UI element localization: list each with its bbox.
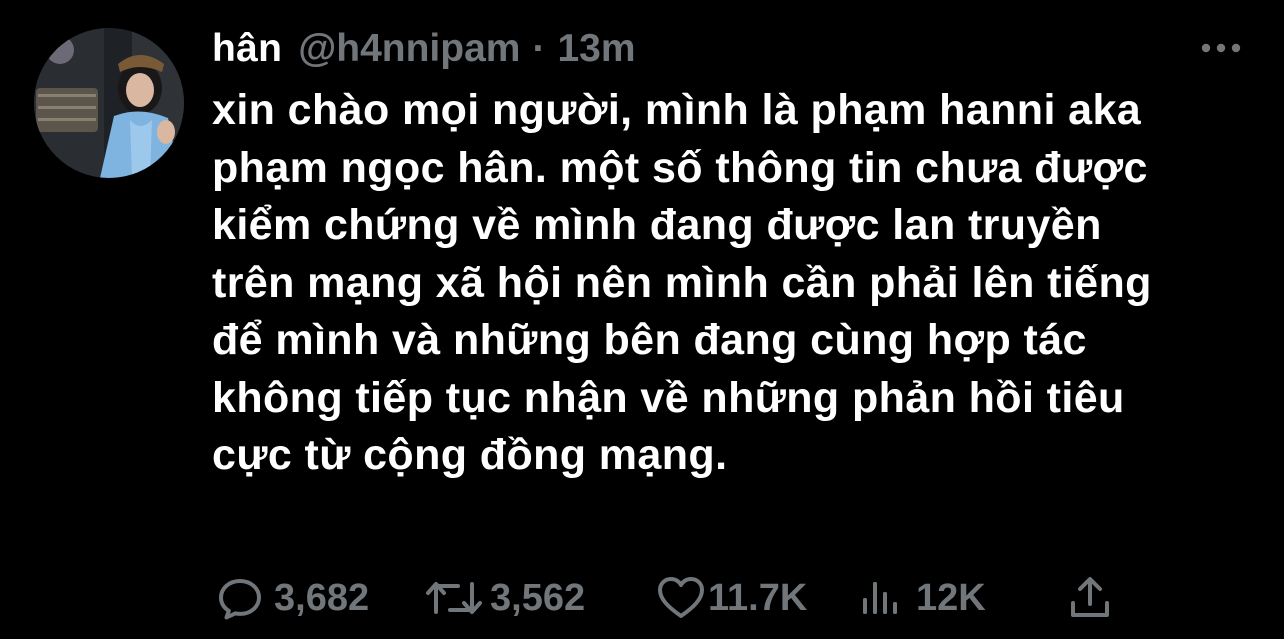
views-icon (863, 582, 897, 614)
views-count: 12K (916, 576, 986, 619)
user-handle[interactable]: @h4nnipam (298, 24, 520, 74)
avatar-image (34, 28, 184, 178)
reply-count: 3,682 (274, 576, 370, 619)
reply-icon (219, 579, 261, 620)
avatar[interactable] (34, 28, 184, 178)
more-options-button[interactable] (1194, 30, 1248, 66)
views-button[interactable]: 12K (860, 570, 986, 626)
display-name[interactable]: hân (212, 24, 282, 74)
tweet-text-line: để mình và những bên đang cùng hợp tác (212, 316, 1087, 364)
heart-icon (658, 577, 704, 618)
tweet-text-line: xin chào mọi người, mình là phạm hanni a… (212, 86, 1142, 134)
tweet-text-line: cực từ cộng đồng mạng. (212, 431, 728, 479)
reply-button[interactable]: 3,682 (216, 570, 369, 626)
retweet-icon (426, 582, 482, 614)
more-horizontal-icon (1201, 43, 1241, 53)
timestamp[interactable]: 13m (557, 24, 635, 74)
like-button[interactable]: 11.7K (656, 570, 807, 626)
tweet-header: hân @h4nnipam · 13m (212, 24, 636, 74)
retweet-button[interactable]: 3,562 (424, 570, 585, 626)
tweet[interactable]: hân @h4nnipam · 13m xin chào mọi người, … (0, 0, 1284, 639)
share-button[interactable] (1068, 570, 1112, 626)
tweet-text-line: trên mạng xã hội nên mình cần phải lên t… (212, 258, 1152, 307)
tweet-text-line: phạm ngọc hân. một số thông tin chưa đượ… (212, 143, 1148, 192)
tweet-text: xin chào mọi người, mình là phạm hanni a… (212, 82, 1257, 485)
separator-dot: · (532, 27, 546, 70)
retweet-count: 3,562 (490, 576, 586, 619)
like-count: 11.7K (708, 576, 808, 619)
tweet-actions: 3,682 3,562 11.7K 12K (212, 570, 1272, 626)
tweet-text-line: không tiếp tục nhận về những phản hồi ti… (212, 373, 1125, 422)
tweet-text-line: kiểm chứng về mình đang được lan truyền (212, 201, 1102, 249)
share-icon (1071, 577, 1109, 617)
